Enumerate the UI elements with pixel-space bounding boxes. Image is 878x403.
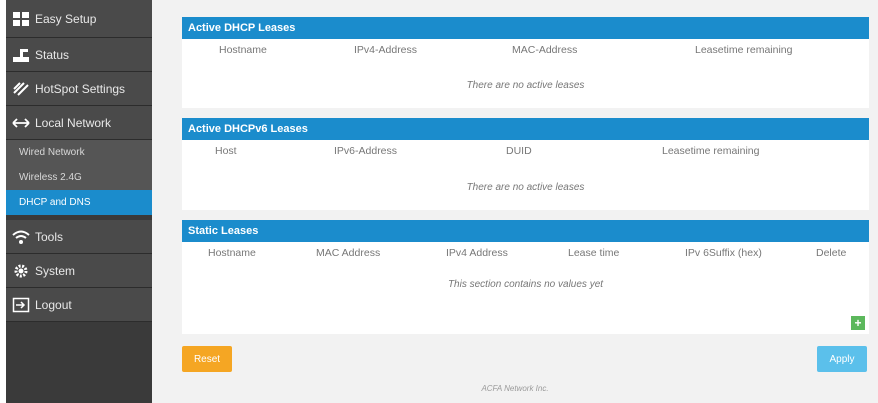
gear-icon (12, 263, 30, 279)
static-leases-header: Hostname MAC Address IPv4 Address Lease … (182, 242, 869, 264)
nav-system-label: System (35, 263, 76, 278)
col-static-ipv4: IPv4 Address (446, 247, 508, 259)
nav-hotspot-label: HotSpot Settings (35, 81, 126, 96)
col-hostname: Hostname (219, 44, 267, 56)
dhcpv6-leases-panel: Active DHCPv6 Leases Host IPv6-Address D… (182, 118, 869, 210)
arrows-icon (12, 115, 30, 131)
col-static-ipv6suffix: IPv 6Suffix (hex) (685, 247, 762, 259)
nav-local-network-label: Local Network (35, 115, 112, 130)
dhcp-leases-panel: Active DHCP Leases Hostname IPv4-Address… (182, 17, 869, 108)
logout-icon (12, 297, 30, 313)
col-ipv4: IPv4-Address (354, 44, 418, 56)
col-ipv6: IPv6-Address (334, 145, 398, 157)
reset-button[interactable]: Reset (182, 346, 232, 372)
dhcp-leases-title: Active DHCP Leases (182, 17, 869, 39)
status-icon (12, 47, 30, 63)
static-leases-panel: Static Leases Hostname MAC Address IPv4 … (182, 220, 869, 334)
dhcp-leases-empty: There are no active leases (466, 80, 585, 91)
footer-text: ACFA Network Inc. (481, 384, 549, 393)
col-static-leasetime: Lease time (568, 247, 620, 259)
dhcpv6-leases-header: Host IPv6-Address DUID Leasetime remaini… (182, 140, 869, 162)
nav-hotspot[interactable]: HotSpot Settings (6, 72, 152, 106)
wifi-icon (12, 229, 30, 245)
col-mac: MAC-Address (512, 44, 578, 56)
nav-logout-label: Logout (35, 297, 72, 312)
nav-tools[interactable]: Tools (6, 220, 152, 254)
local-network-submenu: Wired Network Wireless 2.4G DHCP and DNS (6, 140, 152, 215)
subnav-wireless[interactable]: Wireless 2.4G (6, 165, 152, 190)
static-leases-empty: This section contains no values yet (447, 279, 604, 290)
nav-system[interactable]: System (6, 254, 152, 288)
subnav-wired-network[interactable]: Wired Network (6, 140, 152, 165)
nav-easy-setup[interactable]: Easy Setup (6, 0, 152, 38)
nav-easy-setup-label: Easy Setup (35, 11, 97, 26)
nav-tools-label: Tools (35, 229, 64, 244)
nav-status-label: Status (35, 47, 70, 62)
grid-icon (12, 11, 30, 27)
col-static-delete: Delete (816, 247, 847, 259)
add-static-lease-button[interactable]: + (851, 316, 865, 330)
subnav-dhcp-dns[interactable]: DHCP and DNS (6, 190, 152, 215)
dhcp-leases-header: Hostname IPv4-Address MAC-Address Leaset… (182, 39, 869, 61)
dhcpv6-leases-title: Active DHCPv6 Leases (182, 118, 869, 140)
col-static-mac: MAC Address (316, 247, 381, 259)
hotspot-icon (12, 81, 30, 97)
dhcpv6-leases-empty: There are no active leases (466, 182, 585, 193)
main-content: Active DHCP Leases Hostname IPv4-Address… (152, 0, 878, 403)
nav-status[interactable]: Status (6, 38, 152, 72)
col-duid: DUID (506, 145, 532, 157)
sidebar: Easy Setup Status HotSpot Settings Local… (6, 0, 152, 403)
col-leasetime-v6: Leasetime remaining (662, 145, 760, 157)
nav-logout[interactable]: Logout (6, 288, 152, 322)
nav-local-network[interactable]: Local Network (6, 106, 152, 140)
col-host: Host (215, 145, 237, 157)
col-leasetime: Leasetime remaining (695, 44, 793, 56)
static-leases-title: Static Leases (182, 220, 869, 242)
col-static-hostname: Hostname (208, 247, 256, 259)
apply-button[interactable]: Apply (817, 346, 867, 372)
